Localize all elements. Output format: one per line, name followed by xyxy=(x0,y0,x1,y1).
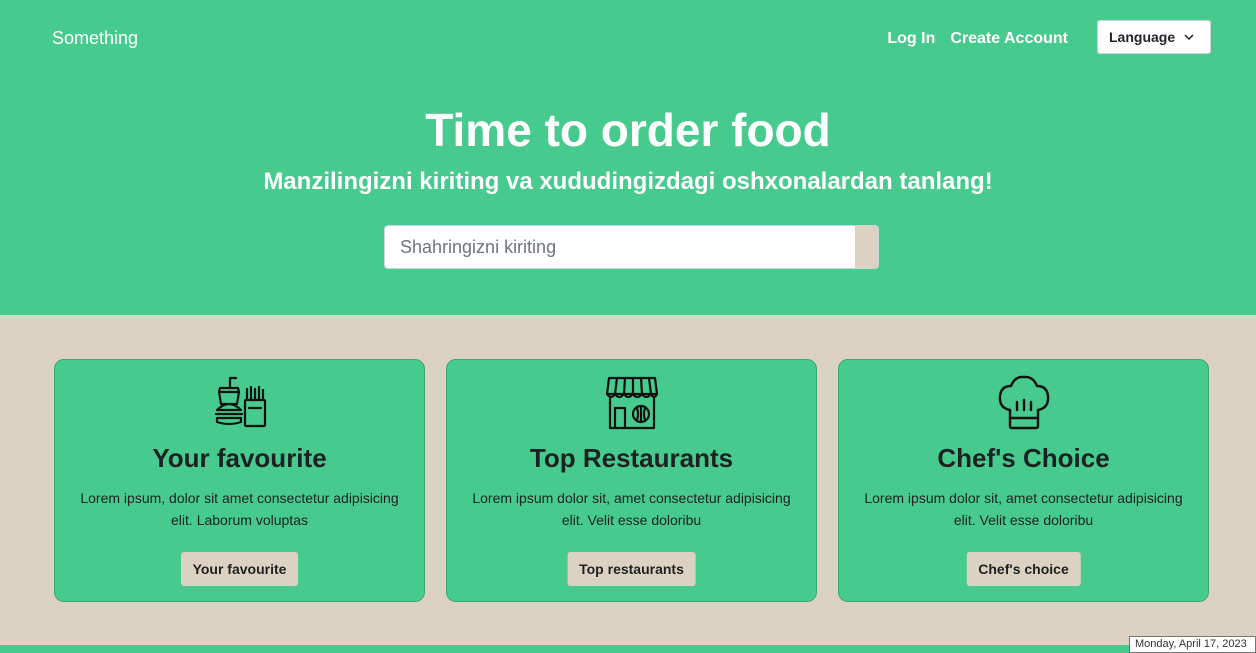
date-tooltip: Monday, April 17, 2023 xyxy=(1129,636,1256,653)
your-favourite-button[interactable]: Your favourite xyxy=(180,552,299,586)
card-your-favourite: Your favourite Lorem ipsum, dolor sit am… xyxy=(54,359,425,602)
hero-section: Something Log In Create Account Language… xyxy=(0,0,1256,315)
language-dropdown[interactable]: Language xyxy=(1097,20,1211,54)
hero-title: Time to order food xyxy=(425,104,831,156)
fast-food-icon xyxy=(214,376,266,428)
city-search-input[interactable] xyxy=(385,226,855,268)
top-restaurants-button[interactable]: Top restaurants xyxy=(567,552,696,586)
card-title: Your favourite xyxy=(152,443,327,473)
card-title: Chef's Choice xyxy=(937,443,1110,473)
create-account-link[interactable]: Create Account xyxy=(950,30,1068,48)
card-title: Top Restaurants xyxy=(529,443,734,473)
login-link[interactable]: Log In xyxy=(887,30,935,48)
language-label: Language xyxy=(1109,29,1176,45)
card-chefs-choice: Chef's Choice Lorem ipsum dolor sit, ame… xyxy=(838,359,1209,602)
hero-subtitle: Manzilingizni kiriting va xududingizdagi… xyxy=(263,168,993,195)
card-text: Lorem ipsum dolor sit, amet consectetur … xyxy=(864,490,1183,528)
footer-strip xyxy=(0,645,1256,653)
card-text: Lorem ipsum dolor sit, amet consectetur … xyxy=(472,490,791,528)
brand-logo[interactable]: Something xyxy=(52,28,138,49)
city-search-button[interactable] xyxy=(855,226,878,268)
top-nav: Log In Create Account xyxy=(887,30,1068,48)
store-icon xyxy=(605,376,658,430)
card-top-restaurants: Top Restaurants Lorem ipsum dolor sit, a… xyxy=(446,359,817,602)
chevron-down-icon xyxy=(1184,34,1194,41)
chef-hat-icon xyxy=(998,375,1049,430)
card-text: Lorem ipsum, dolor sit amet consectetur … xyxy=(80,490,399,528)
chefs-choice-button[interactable]: Chef's choice xyxy=(966,552,1081,586)
city-search xyxy=(384,225,879,269)
